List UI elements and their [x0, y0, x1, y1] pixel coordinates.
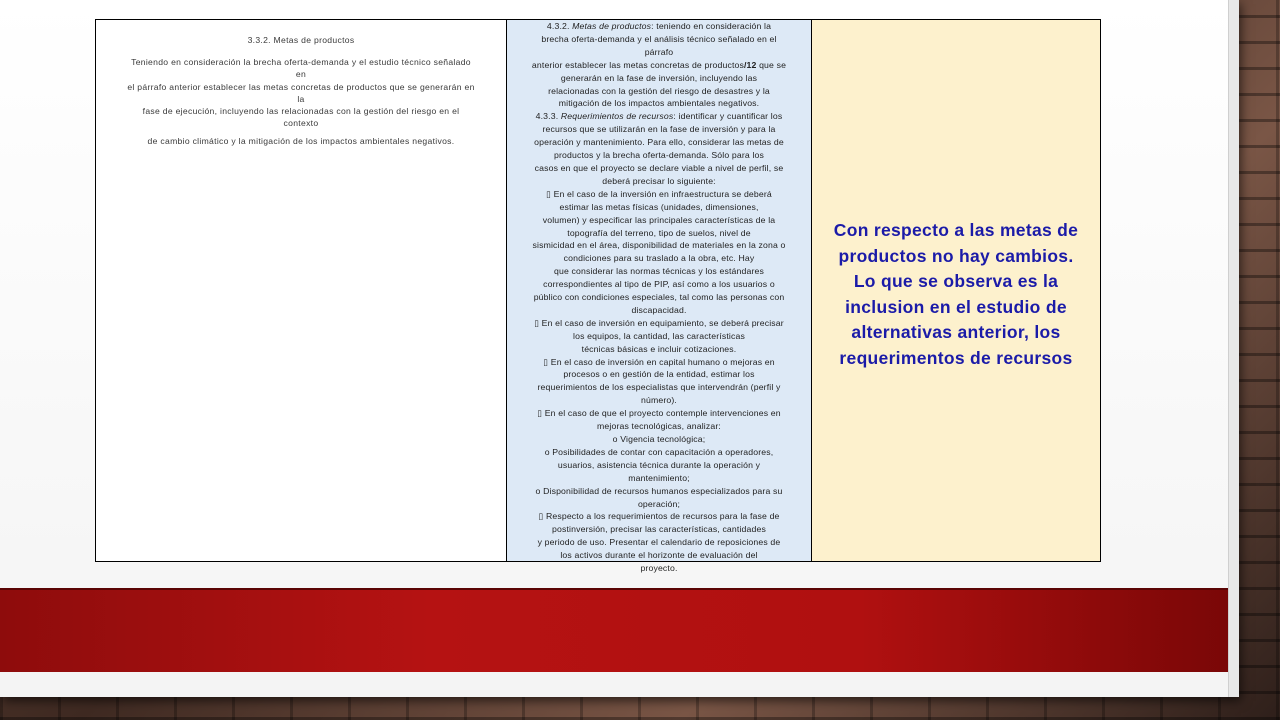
slide: 3.3.2. Metas de productos Teniendo en co… — [0, 0, 1239, 697]
middle-line: ▯ En el caso de que el proyecto contempl… — [537, 408, 781, 419]
middle-line: volumen) y especificar las principales c… — [542, 214, 776, 225]
middle-line: condiciones para su traslado a la obra, … — [563, 253, 755, 264]
middle-line: operación y mantenimiento. Para ello, co… — [534, 137, 784, 148]
middle-line: operación; — [637, 498, 681, 509]
middle-line: y periodo de uso. Presentar el calendari… — [537, 537, 781, 548]
middle-line: anterior establecer las metas concretas … — [531, 59, 787, 70]
left-paragraph-line: fase de ejecución, incluyendo las relaci… — [142, 106, 460, 117]
middle-line: ▯ Respecto a los requerimientos de recur… — [538, 511, 780, 522]
middle-line: casos en que el proyecto se declare viab… — [534, 162, 784, 173]
middle-line: procesos o en gestión de la entidad, est… — [563, 369, 755, 380]
footnote-ref: /12 — [743, 59, 757, 70]
middle-line: proyecto. — [640, 563, 678, 574]
middle-column-text: 4.3.2. Metas de productos: teniendo en c… — [508, 20, 810, 575]
middle-line: sismicidad en el área, disponibilidad de… — [532, 240, 786, 251]
comment-line: requerimentos de recursos — [839, 347, 1073, 368]
comment-line: Con respecto a las metas de — [833, 220, 1079, 240]
middle-line: los activos durante el horizonte de eval… — [560, 550, 758, 561]
middle-line: 4.3.2. Metas de productos: teniendo en c… — [546, 21, 772, 31]
middle-line: párrafo — [644, 46, 674, 57]
middle-line: usuarios, asistencia técnica durante la … — [557, 459, 761, 470]
middle-line: técnicas básicas e incluir cotizaciones. — [581, 343, 737, 354]
comment-text: Con respecto a las metas de productos no… — [812, 218, 1100, 371]
middle-line: ▯ En el caso de la inversión en infraest… — [546, 188, 772, 199]
middle-line: correspondientes al tipo de PIP, así com… — [543, 279, 775, 290]
italic-heading: Metas de productos — [572, 21, 652, 31]
left-column: 3.3.2. Metas de productos Teniendo en co… — [96, 20, 507, 561]
left-last-line: de cambio climático y la mitigación de l… — [147, 136, 455, 147]
middle-column: 4.3.2. Metas de productos: teniendo en c… — [507, 20, 812, 573]
italic-heading: Requerimientos de recursos — [560, 111, 674, 122]
middle-line: que considerar las normas técnicas y los… — [554, 266, 764, 277]
middle-line: ▯ En el caso de inversión en capital hum… — [543, 356, 775, 367]
left-paragraph-line: contexto — [283, 118, 319, 129]
left-title: 3.3.2. Metas de productos — [247, 35, 355, 45]
middle-line: número). — [641, 395, 677, 406]
middle-line: 4.3.3. Requerimientos de recursos: ident… — [535, 111, 783, 122]
left-paragraph-line: Teniendo en consideración la brecha ofer… — [131, 57, 471, 68]
middle-line: mantenimiento; — [628, 472, 690, 483]
red-footer-bar — [0, 588, 1228, 672]
middle-line: público con condiciones especiales, tal … — [533, 292, 785, 303]
middle-line: postinversión, precisar las característi… — [552, 524, 766, 535]
left-column-text: 3.3.2. Metas de productos Teniendo en co… — [100, 34, 502, 148]
middle-line: brecha oferta-demanda y el análisis técn… — [541, 33, 777, 44]
middle-line: productos y la brecha oferta-demanda. Só… — [554, 150, 764, 161]
middle-line: recursos que se utilizarán en la fase de… — [542, 124, 776, 135]
right-column: Con respecto a las metas de productos no… — [812, 20, 1100, 561]
middle-line: los equipos, la cantidad, las caracterís… — [573, 330, 745, 341]
middle-line: mitigación de los impactos ambientales n… — [558, 98, 760, 109]
left-paragraph-line: la — [297, 93, 305, 104]
middle-line: o Posibilidades de contar con capacitaci… — [544, 446, 774, 457]
comment-line: productos no hay cambios. — [838, 245, 1074, 266]
middle-line: o Disponibilidad de recursos humanos esp… — [535, 485, 783, 496]
middle-line: mejoras tecnológicas, analizar: — [597, 421, 721, 432]
middle-line: deberá precisar lo siguiente: — [602, 175, 716, 186]
comment-line: Lo que se observa es la — [853, 271, 1059, 291]
comment-line: alternativas anterior, los — [851, 322, 1061, 342]
left-paragraph-line: en — [295, 69, 307, 80]
middle-line: relacionadas con la gestión del riesgo d… — [548, 85, 770, 96]
left-paragraph-line: el párrafo anterior establecer las metas… — [127, 81, 475, 92]
middle-line: ▯ En el caso de inversión en equipamient… — [534, 317, 784, 328]
middle-line: topografía del terreno, tipo de suelos, … — [567, 227, 751, 238]
middle-line: o Vigencia tecnológica; — [612, 434, 706, 444]
middle-line: generarán en la fase de inversión, inclu… — [560, 72, 758, 83]
middle-line: requerimientos de los especialistas que … — [537, 382, 781, 393]
comment-line: inclusion en el estudio de — [845, 296, 1067, 317]
comparison-table: 3.3.2. Metas de productos Teniendo en co… — [95, 19, 1101, 573]
middle-line: estimar las metas físicas (unidades, dim… — [559, 201, 759, 212]
middle-line: discapacidad. — [631, 304, 687, 315]
slide-page-edge — [1228, 0, 1239, 697]
